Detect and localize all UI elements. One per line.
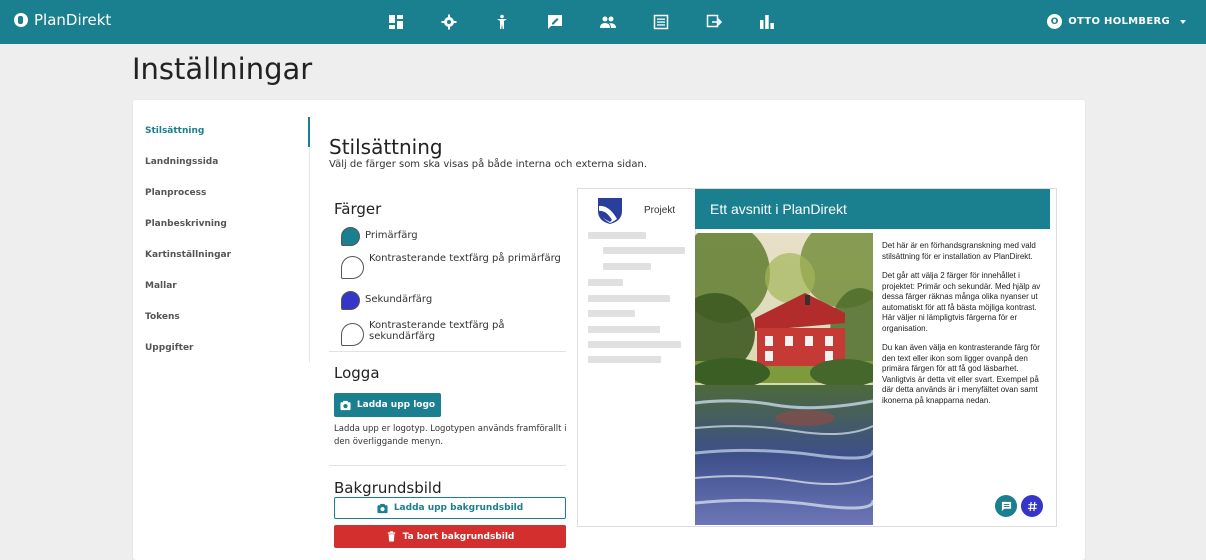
color-label: Kontrasterande textfärg på primärfärg [369,253,561,264]
color-label: Sekundärfärg [365,294,433,305]
preview-header-title: Ett avsnitt i PlanDirekt [710,201,847,217]
skeleton-line [588,279,623,286]
upload-logo-label: Ladda upp logo [356,400,436,410]
preview-chat-button [995,495,1017,517]
remove-background-button[interactable]: Ta bort bakgrundsbild [334,525,566,548]
primary-color-swatch[interactable] [341,227,360,246]
section-subtitle: Välj de färger som ska visas på både int… [329,159,648,170]
sidebar-item-planbeskrivning[interactable]: Planbeskrivning [145,219,295,250]
trash-icon [387,531,395,542]
gear-icon[interactable] [439,12,459,32]
top-navbar: PlanDirekt O OTTO HOLMBERG [0,0,1206,44]
preview-text: Det här är en förhandsgranskning med val… [882,241,1044,415]
sidebar-item-stilsattning[interactable]: Stilsättning [145,126,295,157]
logo-help-text: Ladda upp er logotyp. Logotypen används … [334,424,567,447]
app-name: PlanDirekt [34,11,112,29]
primary-contrast-swatch[interactable] [341,256,364,279]
person-icon[interactable] [492,12,512,32]
settings-sidebar: Stilsättning Landningssida Planprocess P… [145,126,295,374]
brand[interactable]: PlanDirekt [14,11,111,29]
color-option-secondary[interactable]: Sekundärfärg [341,291,432,310]
main-nav [386,12,810,32]
preview-project-label: Projekt [644,205,676,216]
user-menu[interactable]: O OTTO HOLMBERG [1047,14,1186,29]
color-label: Primärfärg [365,230,418,241]
avatar: O [1047,14,1063,29]
feedback-icon[interactable] [545,12,565,32]
skeleton-line [588,295,670,302]
watercolor-house-image [695,233,873,525]
skeleton-line [588,310,635,317]
comment-icon [1001,501,1011,511]
preview-header: Ett avsnitt i PlanDirekt [695,189,1050,229]
color-label: Kontrasterande textfärg på sekundärfärg [369,320,505,342]
skeleton-line [603,247,685,254]
colors-heading: Färger [334,200,382,218]
caret-down-icon [1180,19,1186,24]
plandirekt-logo-icon [14,13,28,27]
sidebar-item-uppgifter[interactable]: Uppgifter [145,343,295,374]
sidebar-item-landningssida[interactable]: Landningssida [145,157,295,188]
shield-logo-icon [598,198,622,224]
skeleton-line [588,341,681,348]
user-name: OTTO HOLMBERG [1068,16,1170,27]
remove-background-label: Ta bort bakgrundsbild [402,531,515,542]
chart-icon[interactable] [757,12,777,32]
hashtag-icon [1027,501,1037,511]
background-heading: Bakgrundsbild [334,479,442,497]
settings-card: Stilsättning Landningssida Planprocess P… [133,100,1085,560]
preview-hashtag-button [1021,495,1043,517]
upload-background-label: Ladda upp bakgrundsbild [393,503,524,513]
skeleton-line [588,326,660,333]
preview-paragraph: Det går att välja 2 färger för innehålle… [882,271,1041,333]
skeleton-line [588,232,646,239]
color-option-primary-contrast[interactable]: Kontrasterande textfärg på primärfärg [341,253,571,279]
secondary-color-swatch[interactable] [341,291,360,310]
page-title: Inställningar [132,52,313,86]
divider [329,465,566,466]
camera-icon [377,503,388,513]
divider [329,351,566,352]
logo-heading: Logga [334,364,380,382]
preview-paragraph: Det här är en förhandsgranskning med val… [882,241,1036,261]
camera-icon [340,400,351,410]
secondary-contrast-swatch[interactable] [341,323,364,346]
color-option-primary[interactable]: Primärfärg [341,227,418,246]
style-preview: Projekt Ett avsnitt i PlanDirekt Det här… [577,188,1057,527]
people-icon[interactable] [598,12,618,32]
sidebar-item-mallar[interactable]: Mallar [145,281,295,312]
preview-paragraph: Du kan även välja en kontrasterande färg… [882,343,1040,405]
skeleton-line [588,356,661,363]
skeleton-line [603,263,651,270]
upload-background-button[interactable]: Ladda upp bakgrundsbild [334,497,566,519]
upload-logo-button[interactable]: Ladda upp logo [334,393,441,417]
preview-sidebar: Projekt [578,189,696,526]
color-option-secondary-contrast[interactable]: Kontrasterande textfärg på sekundärfärg [341,320,531,346]
dashboard-icon[interactable] [386,12,406,32]
list-icon[interactable] [651,12,671,32]
section-title: Stilsättning [329,135,443,159]
sidebar-divider [309,147,310,362]
active-indicator [308,117,310,147]
sidebar-item-planprocess[interactable]: Planprocess [145,188,295,219]
sidebar-item-kartinstallningar[interactable]: Kartinställningar [145,250,295,281]
sidebar-item-tokens[interactable]: Tokens [145,312,295,343]
move-icon[interactable] [704,12,724,32]
